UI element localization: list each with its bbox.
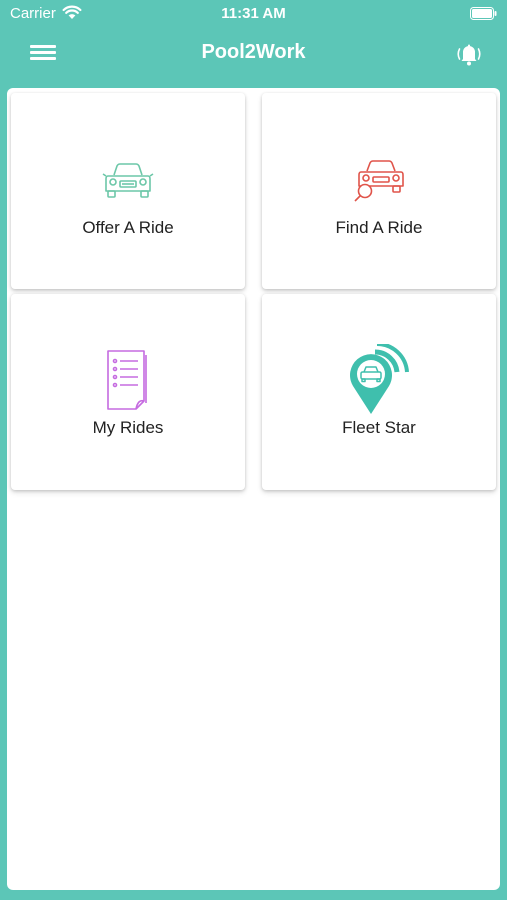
page-title: Pool2Work bbox=[201, 41, 306, 63]
nav-bar: Pool2Work bbox=[0, 28, 507, 78]
location-car-icon bbox=[350, 344, 409, 414]
content-panel: Offer A Ride Find A Ride My Rides Fleet … bbox=[7, 88, 500, 890]
battery-icon bbox=[470, 7, 497, 20]
tile-label: My Rides bbox=[92, 418, 164, 437]
tile-label: Find A Ride bbox=[335, 218, 423, 237]
car-icon bbox=[102, 163, 154, 198]
notifications-button[interactable] bbox=[451, 36, 487, 70]
status-bar: Carrier 11:31 AM bbox=[0, 0, 507, 28]
fleet-star-tile[interactable]: Fleet Star bbox=[262, 294, 496, 490]
status-time: 11:31 AM bbox=[221, 5, 286, 22]
tile-label: Fleet Star bbox=[342, 418, 416, 437]
offer-ride-tile[interactable]: Offer A Ride bbox=[11, 93, 245, 289]
my-rides-tile[interactable]: My Rides bbox=[11, 294, 245, 490]
bell-ringing-icon bbox=[457, 44, 481, 66]
tile-label: Offer A Ride bbox=[82, 218, 174, 237]
find-ride-tile[interactable]: Find A Ride bbox=[262, 93, 496, 289]
list-document-icon bbox=[107, 350, 147, 410]
car-search-icon bbox=[354, 160, 404, 202]
